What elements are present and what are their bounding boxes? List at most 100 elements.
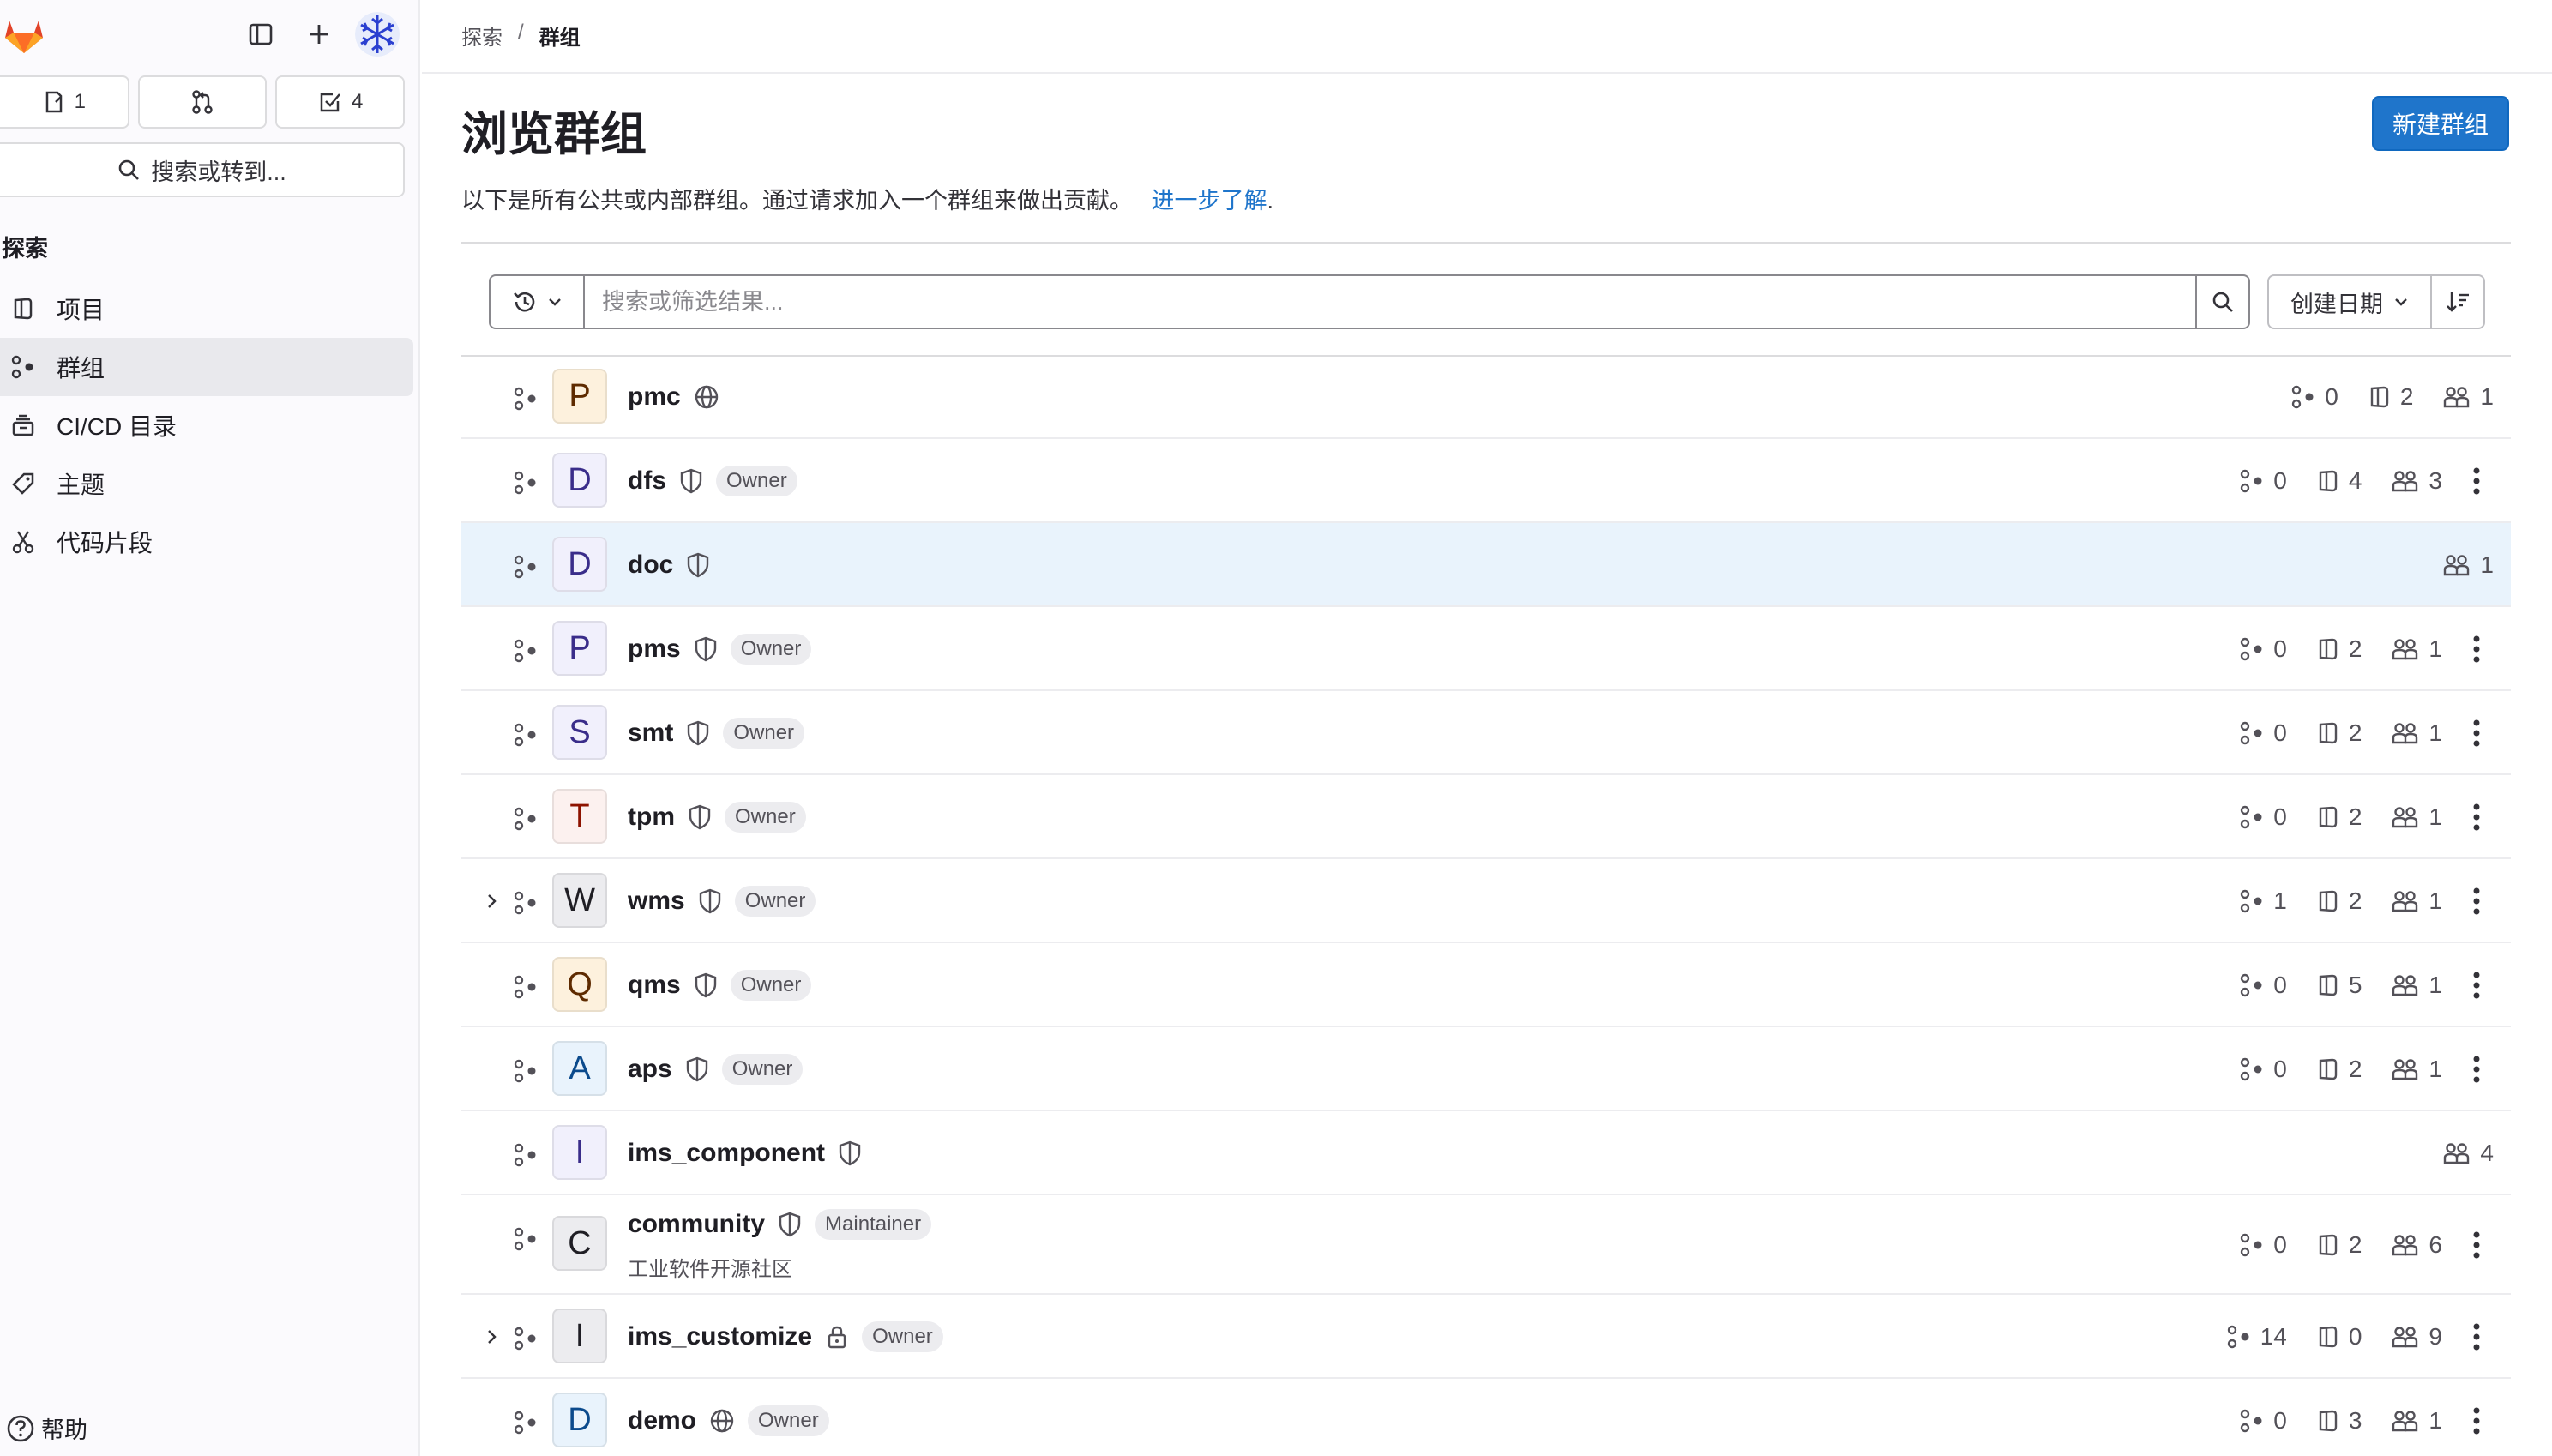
search-submit-button[interactable] bbox=[2195, 274, 2250, 329]
group-actions-button[interactable] bbox=[2442, 719, 2511, 748]
group-row[interactable]: Ssmt Owner 0 2 1 bbox=[461, 691, 2511, 775]
projects-count: 2 bbox=[2368, 383, 2413, 411]
subgroups-count: 0 bbox=[2239, 972, 2287, 999]
help-button[interactable]: 帮助 bbox=[5, 1411, 87, 1445]
group-avatar[interactable]: A bbox=[552, 1041, 607, 1096]
visibility-indicator[interactable] bbox=[837, 1140, 863, 1167]
group-name-link[interactable]: demo bbox=[628, 1406, 696, 1435]
learn-more-link[interactable]: 进一步了解 bbox=[1152, 188, 1267, 214]
group-name-link[interactable]: pms bbox=[628, 635, 681, 664]
group-avatar[interactable]: P bbox=[552, 369, 607, 424]
group-type-icon-wrapper bbox=[513, 554, 539, 584]
group-avatar[interactable]: P bbox=[552, 621, 607, 676]
group-name-link[interactable]: pmc bbox=[628, 382, 681, 412]
group-avatar[interactable]: S bbox=[552, 705, 607, 760]
group-actions-button[interactable] bbox=[2442, 1230, 2511, 1260]
group-name-link[interactable]: ims_component bbox=[628, 1139, 825, 1168]
group-row[interactable]: Aaps Owner 0 2 1 bbox=[461, 1027, 2511, 1111]
group-name-link[interactable]: community bbox=[628, 1210, 765, 1239]
breadcrumb-explore[interactable]: 探索 bbox=[461, 21, 503, 51]
members-count: 1 bbox=[2391, 1407, 2442, 1435]
group-actions-button[interactable] bbox=[2442, 1406, 2511, 1435]
group-row[interactable]: Ppmc 0 2 1 bbox=[461, 355, 2511, 439]
subgroup-icon bbox=[2241, 1409, 2262, 1433]
group-actions-button[interactable] bbox=[2442, 466, 2511, 496]
role-badge: Owner bbox=[734, 886, 816, 917]
todo-icon bbox=[320, 93, 340, 112]
group-avatar[interactable]: T bbox=[552, 789, 607, 844]
group-row[interactable]: Iims_component 4 bbox=[461, 1111, 2511, 1195]
group-name-link[interactable]: dfs bbox=[628, 466, 666, 496]
group-row[interactable]: Ddemo Owner 0 3 1 bbox=[461, 1379, 2511, 1456]
visibility-indicator[interactable] bbox=[777, 1211, 803, 1238]
visibility-indicator[interactable] bbox=[693, 383, 720, 411]
visibility-indicator[interactable] bbox=[684, 1056, 710, 1083]
group-actions-button[interactable] bbox=[2442, 635, 2511, 664]
sidebar-item-catalog[interactable]: CI/CD 目录 bbox=[0, 396, 413, 454]
group-avatar[interactable]: Q bbox=[552, 957, 607, 1012]
visibility-indicator[interactable] bbox=[685, 551, 711, 579]
group-name-link[interactable]: qms bbox=[628, 971, 681, 1000]
group-icon bbox=[514, 639, 536, 663]
new-group-button[interactable]: 新建群组 bbox=[2372, 96, 2509, 151]
group-avatar[interactable]: D bbox=[552, 453, 607, 508]
group-actions-button[interactable] bbox=[2442, 1322, 2511, 1351]
group-name-link[interactable]: aps bbox=[628, 1055, 672, 1084]
role-badge: Owner bbox=[862, 1321, 943, 1352]
group-name-link[interactable]: smt bbox=[628, 719, 673, 748]
create-new-button[interactable] bbox=[300, 15, 338, 53]
group-avatar[interactable]: I bbox=[552, 1125, 607, 1180]
sort-by-dropdown[interactable]: 创建日期 bbox=[2267, 274, 2432, 329]
group-avatar[interactable]: D bbox=[552, 537, 607, 592]
sidebar-item-snippets[interactable]: 代码片段 bbox=[0, 513, 413, 571]
issues-counter[interactable]: 1 bbox=[0, 75, 129, 129]
sidebar-item-projects[interactable]: 项目 bbox=[0, 280, 413, 338]
merge-request-icon bbox=[192, 90, 213, 114]
role-badge: Owner bbox=[730, 970, 812, 1001]
members-count-value: 1 bbox=[2480, 551, 2494, 578]
group-row[interactable]: Ddoc 1 bbox=[461, 523, 2511, 607]
sort-direction-button[interactable] bbox=[2430, 274, 2485, 329]
visibility-indicator[interactable] bbox=[708, 1407, 736, 1435]
breadcrumb-current[interactable]: 群组 bbox=[539, 21, 581, 51]
search-input[interactable] bbox=[602, 288, 2195, 316]
group-name-link[interactable]: wms bbox=[628, 887, 685, 916]
merge-requests-counter[interactable] bbox=[137, 75, 268, 129]
todo-counter[interactable]: 4 bbox=[275, 75, 405, 129]
expand-group-button[interactable] bbox=[480, 889, 504, 913]
visibility-indicator[interactable] bbox=[678, 467, 704, 495]
toggle-sidebar-button[interactable] bbox=[242, 15, 280, 53]
visibility-indicator[interactable] bbox=[693, 972, 719, 999]
group-avatar[interactable]: I bbox=[552, 1309, 607, 1363]
visibility-indicator[interactable] bbox=[824, 1323, 850, 1351]
group-avatar[interactable]: C bbox=[552, 1216, 607, 1271]
group-name-link[interactable]: doc bbox=[628, 551, 673, 580]
gitlab-logo-icon[interactable] bbox=[2, 12, 46, 57]
group-row[interactable]: Ccommunity Maintainer 工业软件开源社区 0 2 6 bbox=[461, 1195, 2511, 1295]
sidebar-search-button[interactable]: 搜索或转到... bbox=[0, 142, 405, 197]
visibility-indicator[interactable] bbox=[685, 719, 711, 747]
user-avatar[interactable] bbox=[355, 12, 400, 57]
group-row[interactable]: Ttpm Owner 0 2 1 bbox=[461, 775, 2511, 859]
visibility-indicator[interactable] bbox=[687, 803, 713, 831]
recent-searches-button[interactable] bbox=[489, 274, 585, 329]
group-actions-button[interactable] bbox=[2442, 803, 2511, 832]
expand-group-button[interactable] bbox=[480, 1325, 504, 1349]
visibility-indicator[interactable] bbox=[693, 635, 719, 663]
group-row[interactable]: Ppms Owner 0 2 1 bbox=[461, 607, 2511, 691]
group-row[interactable]: Wwms Owner 1 2 1 bbox=[461, 859, 2511, 943]
group-row[interactable]: Qqms Owner 0 5 1 bbox=[461, 943, 2511, 1027]
sidebar-item-groups[interactable]: 群组 bbox=[0, 338, 413, 396]
group-row[interactable]: Iims_customize Owner 14 0 9 bbox=[461, 1295, 2511, 1379]
visibility-indicator[interactable] bbox=[697, 887, 723, 915]
group-actions-button[interactable] bbox=[2442, 887, 2511, 916]
group-avatar[interactable]: W bbox=[552, 873, 607, 928]
group-name-link[interactable]: ims_customize bbox=[628, 1322, 812, 1351]
group-name-link[interactable]: tpm bbox=[628, 803, 675, 832]
group-avatar[interactable]: D bbox=[552, 1393, 607, 1447]
group-row[interactable]: Ddfs Owner 0 4 3 bbox=[461, 439, 2511, 523]
group-type-icon-wrapper bbox=[513, 722, 539, 752]
sidebar-item-topics[interactable]: 主题 bbox=[0, 454, 413, 513]
group-actions-button[interactable] bbox=[2442, 1055, 2511, 1084]
group-actions-button[interactable] bbox=[2442, 971, 2511, 1000]
